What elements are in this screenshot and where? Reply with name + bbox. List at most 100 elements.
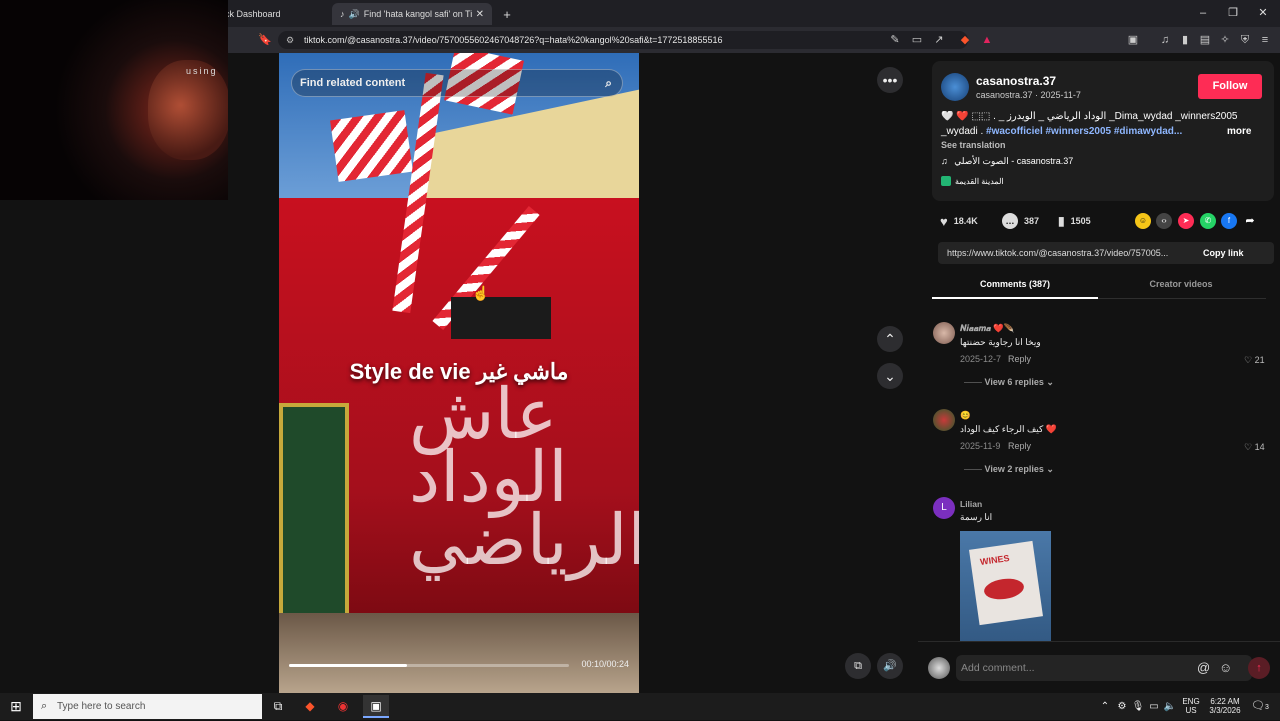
view-replies-label: View 2 replies xyxy=(984,464,1044,474)
tiktok-icon: ♪ xyxy=(340,9,345,19)
embed-icon[interactable]: ‹› xyxy=(1156,213,1172,229)
network-icon[interactable]: ▭ xyxy=(1146,693,1162,720)
creator-username[interactable]: casanostra.37 xyxy=(976,74,1056,88)
reply-button[interactable]: Reply xyxy=(1008,354,1031,364)
comment-like-count: 21 xyxy=(1254,355,1265,365)
close-window-button[interactable]: ✕ xyxy=(1250,4,1276,22)
language-indicator[interactable]: ENG US xyxy=(1180,693,1202,720)
tab-dashboard[interactable]: ick Dashboard xyxy=(215,3,325,25)
share-arrow-icon[interactable]: ➦ xyxy=(1242,213,1258,229)
minimize-button[interactable]: – xyxy=(1190,4,1216,22)
commenter-name[interactable]: 😊 xyxy=(960,410,971,421)
search-icon[interactable]: ⌕ xyxy=(605,70,612,96)
windows-start-icon[interactable]: ⊞ xyxy=(0,693,32,720)
restore-button[interactable]: ❐ xyxy=(1220,4,1246,22)
mention-icon[interactable]: @ xyxy=(1197,655,1210,681)
post-comment-button[interactable]: ↑ xyxy=(1248,657,1270,679)
commenter-avatar[interactable] xyxy=(933,322,955,344)
music-icon[interactable]: ♫ xyxy=(1158,33,1172,47)
menu-icon[interactable]: ≡ xyxy=(1258,33,1272,47)
comments-stat[interactable]: … 387 xyxy=(1002,213,1039,229)
comment-like[interactable]: ♡ 21 xyxy=(1244,355,1265,366)
more-link[interactable]: more xyxy=(1227,126,1251,137)
next-video-button[interactable]: ⌄ xyxy=(877,363,903,389)
details-panel: casanostra.37 casanostra.37 · 2025-11-7 … xyxy=(918,53,1280,693)
translate-off-icon[interactable]: ✎ xyxy=(888,33,902,47)
leo-ai-icon[interactable]: ✧ xyxy=(1218,33,1232,47)
speaker-icon[interactable]: 🔈 xyxy=(1162,693,1178,720)
brave-shields-icon[interactable]: ◆ xyxy=(958,33,972,47)
tray-app-icon[interactable]: ⚙ xyxy=(1114,693,1130,720)
see-translation-link[interactable]: See translation xyxy=(941,140,1006,150)
tab-comments[interactable]: Comments (387) xyxy=(932,273,1098,299)
site-info-icon[interactable]: ⚙ xyxy=(286,31,294,49)
friends-share-icon[interactable]: ☺ xyxy=(1135,213,1151,229)
comment-image[interactable]: WINES xyxy=(960,531,1051,641)
add-comment-input[interactable]: Add comment... @ ☺ xyxy=(956,655,1252,681)
video-time: 00:10/00:24 xyxy=(581,659,629,669)
video-progress-bar[interactable] xyxy=(289,664,569,667)
heart-outline-icon: ♡ xyxy=(1244,355,1253,365)
video-progress-fill xyxy=(289,664,407,667)
view-replies-button[interactable]: —— View 6 replies ⌄ xyxy=(964,377,1054,388)
commenter-avatar[interactable] xyxy=(933,409,955,431)
tab-tiktok-search[interactable]: ♪ 🔊 Find 'hata kangol safi' on TikT ✕ xyxy=(332,3,492,25)
location-label[interactable]: المدينة القديمة xyxy=(955,177,1004,186)
bookmark-icon[interactable]: 🔖 xyxy=(258,33,272,47)
video-link-box: https://www.tiktok.com/@casanostra.37/vi… xyxy=(938,242,1274,264)
music-title[interactable]: الصوت الأصلي - casanostra.37 xyxy=(954,156,1073,166)
terminal-app-icon[interactable]: ▣ xyxy=(363,695,389,718)
cast-icon[interactable]: ▭ xyxy=(910,33,924,47)
reply-button[interactable]: Reply xyxy=(1008,441,1031,451)
brave-browser-icon[interactable]: ◆ xyxy=(297,695,323,718)
comments-tabs: Comments (387) Creator videos xyxy=(932,273,1266,299)
obs-icon[interactable]: ◉ xyxy=(330,695,356,718)
url-field[interactable]: ⚙ tiktok.com/@casanostra.37/video/757005… xyxy=(278,31,968,49)
taskbar-search[interactable]: ⌕ Type here to search xyxy=(33,694,262,719)
floating-player-button[interactable]: ⧉ xyxy=(845,653,871,679)
wallet-icon[interactable]: ▤ xyxy=(1198,33,1212,47)
close-tab-icon[interactable]: ✕ xyxy=(476,9,484,20)
share-icon[interactable]: ↗ xyxy=(932,33,946,47)
brave-rewards-icon[interactable]: ▲ xyxy=(980,33,994,47)
saves-stat[interactable]: ▮ 1505 xyxy=(1058,213,1091,229)
previous-video-button[interactable]: ⌃ xyxy=(877,326,903,352)
video-player[interactable]: عاش الوداد الرياضي Find related content … xyxy=(279,53,639,693)
video-flag xyxy=(330,110,413,182)
clock[interactable]: 6:22 AM 3/3/2026 xyxy=(1204,693,1246,720)
volume-button[interactable]: 🔊 xyxy=(877,653,903,679)
likes-stat[interactable]: ♥ 18.4K xyxy=(940,213,978,229)
location-icon xyxy=(941,176,951,186)
microphone-icon[interactable]: 🎙 xyxy=(1130,693,1146,720)
commenter-name[interactable]: Lilian xyxy=(960,499,982,509)
related-content-search[interactable]: Find related content ⌕ xyxy=(291,69,623,97)
comment-like[interactable]: ♡ 14 xyxy=(1244,442,1265,453)
notifications-icon[interactable]: 🗨3 xyxy=(1250,693,1270,720)
creator-avatar[interactable] xyxy=(941,73,969,101)
video-link-text[interactable]: https://www.tiktok.com/@casanostra.37/vi… xyxy=(947,242,1191,264)
commenter-avatar[interactable]: L xyxy=(933,497,955,519)
comment-text: ويخا انا رجاوية حضنتها xyxy=(960,337,1041,347)
tray-overflow-icon[interactable]: ⌃ xyxy=(1098,693,1112,720)
view-replies-button[interactable]: —— View 2 replies ⌄ xyxy=(964,464,1054,475)
more-options-button[interactable]: ••• xyxy=(877,67,903,93)
commenter-name[interactable]: 𝑵𝒊𝒂𝒂𝒎𝒂 ❤️🪶 xyxy=(960,323,1014,334)
facebook-icon[interactable]: f xyxy=(1221,213,1237,229)
comment-text: كيف الرجاء كيف الوداد ❤️ xyxy=(960,424,1058,434)
emoji-icon[interactable]: ☺ xyxy=(1219,655,1232,681)
video-vent xyxy=(451,297,551,339)
vpn-icon[interactable]: ⛨ xyxy=(1238,33,1252,47)
my-avatar[interactable] xyxy=(928,657,950,679)
follow-button[interactable]: Follow xyxy=(1198,74,1262,99)
copy-link-button[interactable]: Copy link xyxy=(1203,242,1244,264)
tab-label: Find 'hata kangol safi' on TikT xyxy=(363,9,472,19)
whatsapp-icon[interactable]: ✆ xyxy=(1200,213,1216,229)
tab-creator-videos[interactable]: Creator videos xyxy=(1098,273,1264,299)
new-tab-button[interactable]: + xyxy=(498,3,516,25)
chevron-down-icon: ⌄ xyxy=(1046,377,1054,387)
send-icon[interactable]: ➤ xyxy=(1178,213,1194,229)
sidebar-icon[interactable]: ▮ xyxy=(1178,33,1192,47)
task-view-icon[interactable]: ⧉ xyxy=(265,695,291,718)
post-hashtags[interactable]: #wacofficiel #winners2005 #dimawydad... xyxy=(986,126,1182,137)
media-icon[interactable]: ▣ xyxy=(1126,33,1140,47)
